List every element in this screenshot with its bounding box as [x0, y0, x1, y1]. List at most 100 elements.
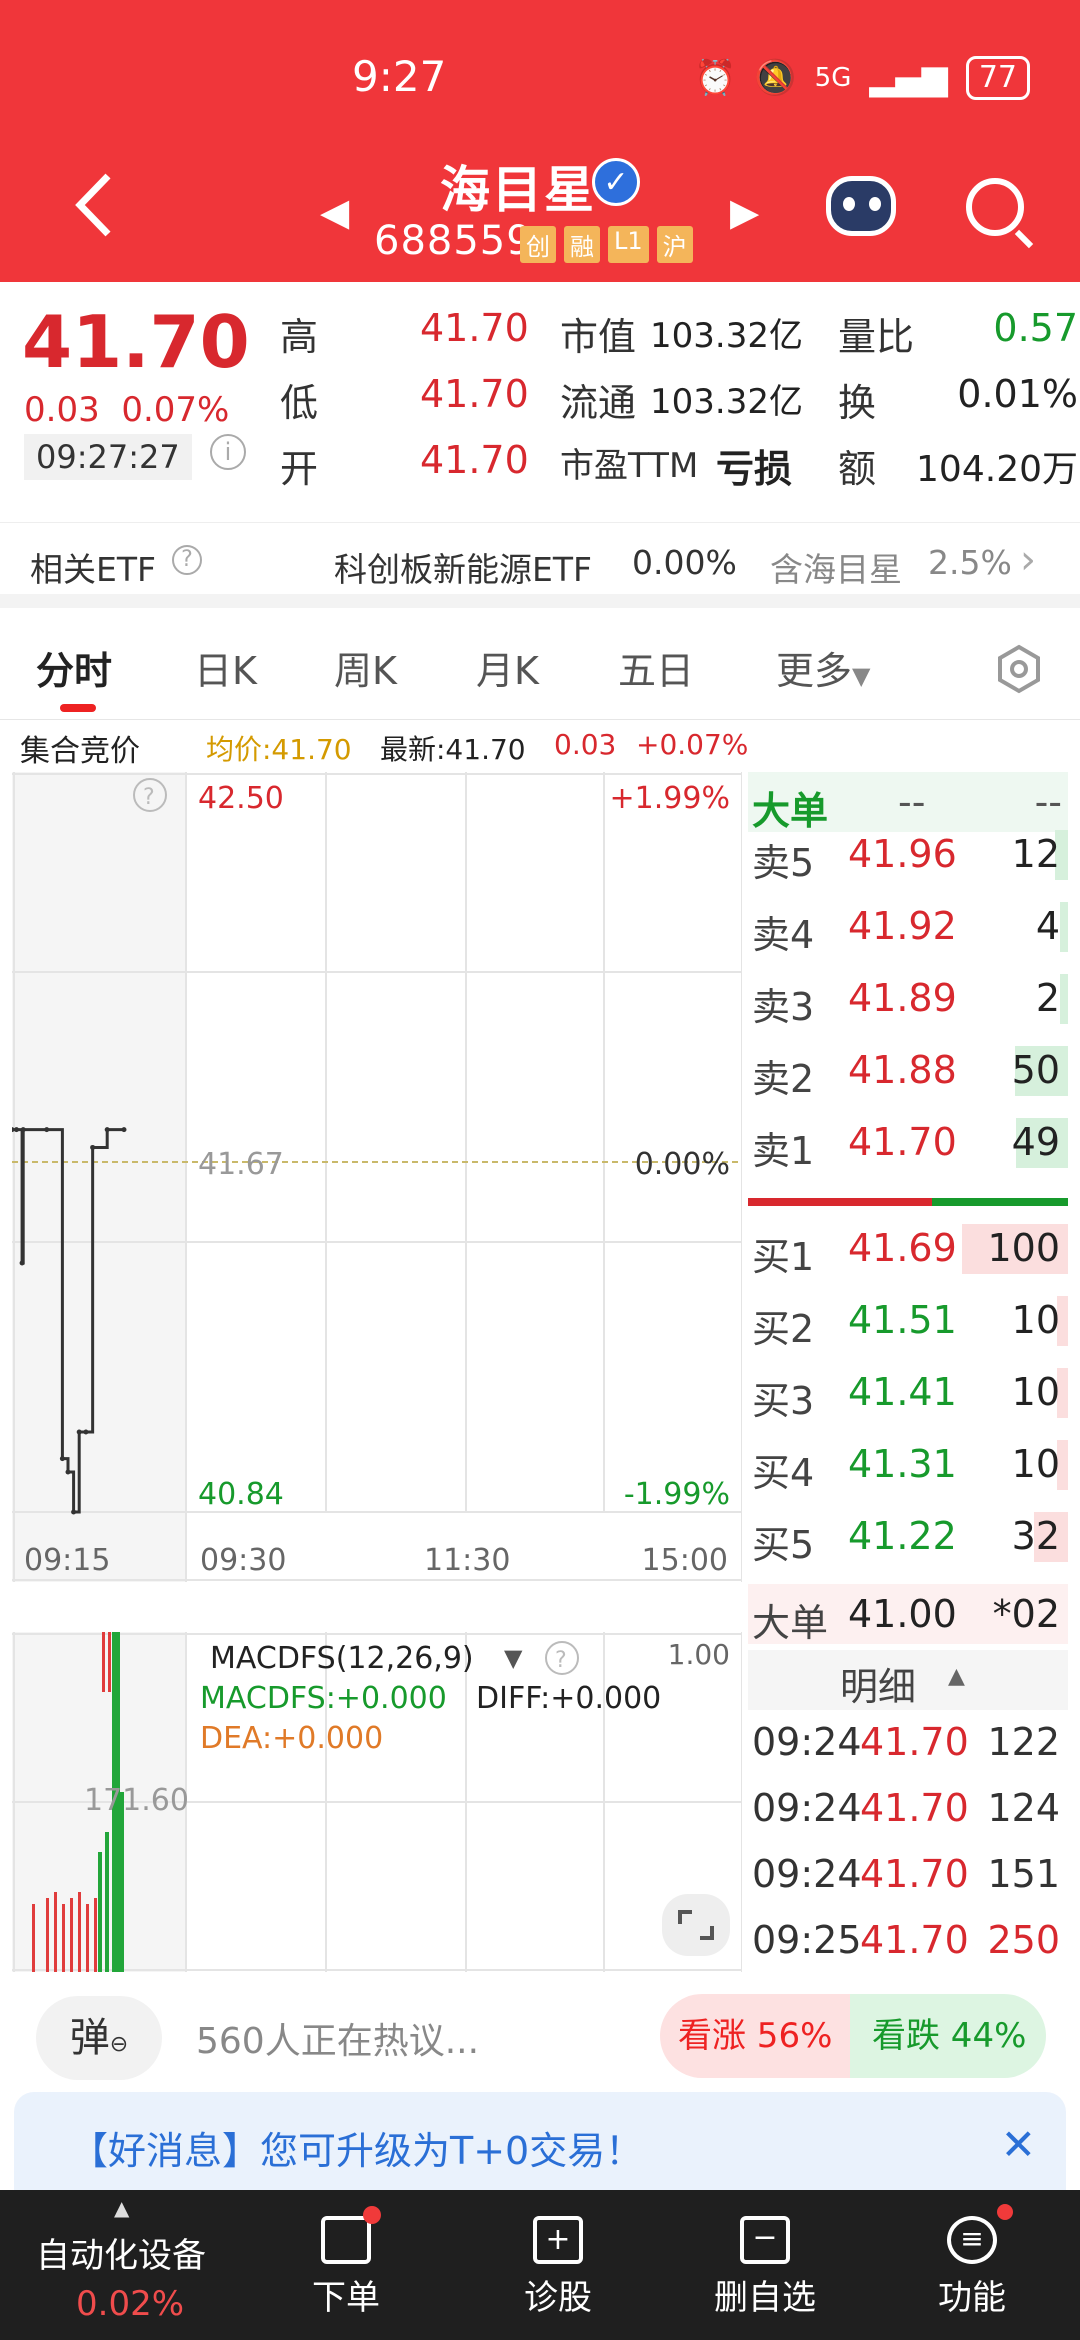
detail-header[interactable]: 明细 ▲ — [748, 1650, 1068, 1710]
trade-price: 41.70 — [860, 1786, 969, 1830]
volratio-value: 0.57 — [993, 306, 1078, 350]
ask-volume: 2 — [1035, 976, 1060, 1020]
stock-tags: 创 融 L1 沪 — [520, 226, 693, 263]
back-arrow-icon[interactable] — [70, 170, 120, 240]
next-stock-icon[interactable]: ▶ — [730, 190, 759, 234]
mute-icon: 🔕 — [754, 58, 797, 98]
price-point — [20, 1127, 26, 1133]
news-banner[interactable]: 【好消息】您可升级为T+0交易！ ✕ — [14, 2092, 1066, 2202]
settings-icon[interactable] — [994, 644, 1044, 694]
bullish-button[interactable]: 看涨 56% — [660, 1994, 850, 2078]
volume-bar — [32, 1904, 35, 1972]
close-icon[interactable]: ✕ — [1001, 2120, 1036, 2169]
remove-icon: − — [740, 2216, 790, 2264]
related-etf-row[interactable]: 相关ETF ? 科创板新能源ETF 0.00% 含海目星 2.5% › — [0, 522, 1080, 608]
big-order-v2: -- — [1034, 780, 1062, 824]
bid-price: 41.31 — [848, 1442, 957, 1486]
bid-row: 买3 41.41 10 — [748, 1362, 1068, 1423]
robot-assistant-icon[interactable] — [826, 176, 896, 236]
macd-top-label: 1.00 — [668, 1638, 730, 1671]
social-bar: 弹⊖ 560人正在热议... 看涨 56% 看跌 44% — [0, 1986, 1080, 2096]
order-button[interactable]: 下单 — [312, 2206, 381, 2319]
ask-price: 41.89 — [848, 976, 957, 1020]
hot-discussion[interactable]: 560人正在热议... — [196, 2012, 479, 2064]
bid-level: 买1 — [752, 1235, 815, 1279]
auction-phase: 集合竞价 — [20, 734, 140, 769]
ask-price: 41.92 — [848, 904, 957, 948]
trade-price: 41.70 — [860, 1852, 969, 1896]
big-order-price: 41.00 — [848, 1592, 957, 1636]
bid-level: 买4 — [752, 1451, 815, 1495]
functions-button[interactable]: ≡ 功能 — [938, 2204, 1013, 2319]
price-point — [76, 1429, 82, 1435]
sector-name[interactable]: 自动化设备 — [36, 2228, 206, 2277]
status-icons: ⏰ 🔕 5G ▂▄▆ 77 — [694, 56, 1030, 100]
ask-row: 卖5 41.96 12 — [748, 824, 1068, 885]
volume-label: 171.60 — [84, 1783, 189, 1818]
tab-more[interactable]: 更多▼ — [776, 640, 870, 695]
volume-bar — [94, 1898, 97, 1972]
help-icon[interactable]: ? — [172, 545, 202, 575]
intraday-chart-svg: ? 42.50 41.67 40.84 +1.99% 0.00% -1.99% … — [9, 772, 743, 1582]
macd-panel[interactable]: 171.60 MACDFS(12,26,9) ▼ ? 1.00 MACDFS:+… — [12, 1632, 743, 1972]
diagnose-label: 诊股 — [524, 2278, 592, 2318]
bid-level: 买3 — [752, 1379, 815, 1423]
avg-price: 均价:41.70 — [206, 733, 352, 766]
dropdown-icon: ▼ — [852, 662, 871, 690]
diagnose-icon: + — [533, 2216, 583, 2264]
bid-volume: 10 — [1011, 1298, 1060, 1342]
tab-intraday[interactable]: 分时 — [36, 640, 112, 695]
search-icon[interactable] — [966, 178, 1024, 236]
price-point — [83, 1429, 89, 1435]
big-order-row: 大单 41.00 *02 — [748, 1584, 1068, 1645]
order-book: 大单 -- -- 卖5 41.96 12 卖4 41.92 4 卖3 41.89 2 卖2 41.8… — [748, 772, 1068, 1972]
tab-five-day[interactable]: 五日 — [618, 640, 694, 695]
intraday-chart[interactable]: ? 42.50 41.67 40.84 +1.99% 0.00% -1.99% … — [9, 772, 743, 1582]
change-value: 0.03 — [24, 390, 100, 430]
chevron-up-icon[interactable]: ▲ — [114, 2196, 129, 2220]
bid-volume: 10 — [1011, 1370, 1060, 1414]
ask-price: 41.70 — [848, 1120, 957, 1164]
low-value: 41.70 — [420, 372, 529, 416]
amount-value: 104.20万 — [916, 449, 1078, 490]
danmu-button[interactable]: 弹⊖ — [36, 1996, 162, 2080]
order-label: 下单 — [312, 2278, 380, 2318]
diagnose-button[interactable]: + 诊股 — [524, 2216, 592, 2319]
pct-mid-label: 0.00% — [635, 1147, 730, 1182]
alarm-icon: ⏰ — [693, 58, 737, 98]
trade-time: 09:25 — [752, 1918, 862, 1962]
price-change: 0.03 0.07% — [24, 390, 229, 430]
etf-name: 科创板新能源ETF — [334, 550, 592, 589]
ask-level: 卖5 — [752, 841, 815, 885]
prev-stock-icon[interactable]: ◀ — [320, 190, 349, 234]
volume-bar — [120, 1792, 124, 1972]
volume-bar — [62, 1904, 65, 1972]
ask-row: 卖3 41.89 2 — [748, 968, 1068, 1029]
ask-price: 41.88 — [848, 1048, 957, 1092]
bid-price: 41.22 — [848, 1514, 957, 1558]
fullscreen-button[interactable] — [662, 1894, 730, 1956]
float-label: 流通 — [560, 381, 637, 425]
dropdown-icon[interactable]: ▼ — [504, 1644, 523, 1672]
trade-price: 41.70 — [860, 1720, 969, 1764]
trade-volume: 151 — [987, 1852, 1060, 1896]
trade-row: 09:24 41.70 124 — [748, 1778, 1068, 1838]
bid-row: 买5 41.22 32 — [748, 1506, 1068, 1567]
sector-pct: 0.02% — [76, 2284, 185, 2324]
bid-strength-bar — [748, 1198, 932, 1206]
summary-change: 0.03 — [554, 728, 617, 761]
detail-label: 明细 — [840, 1665, 917, 1709]
ask-volume-bar — [1060, 902, 1068, 952]
volume-bar — [108, 1632, 111, 1692]
ask-level: 卖3 — [752, 985, 815, 1029]
bearish-button[interactable]: 看跌 44% — [850, 1994, 1046, 2078]
remove-watchlist-button[interactable]: − 删自选 — [714, 2216, 816, 2319]
remove-watchlist-label: 删自选 — [714, 2278, 816, 2318]
price-point — [90, 1144, 96, 1150]
tab-monthly[interactable]: 月K — [476, 640, 539, 695]
tab-daily[interactable]: 日K — [194, 640, 257, 695]
pct-top-label: +1.99% — [610, 781, 730, 816]
info-icon[interactable]: i — [210, 434, 246, 470]
tab-weekly[interactable]: 周K — [334, 640, 397, 695]
big-order-label: 大单 — [752, 1601, 829, 1645]
